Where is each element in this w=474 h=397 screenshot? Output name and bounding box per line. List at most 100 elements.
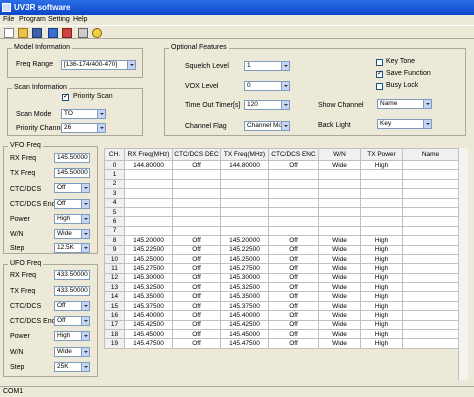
table-cell[interactable] — [268, 169, 319, 180]
table-row[interactable]: 15 145.37500 Off 145.37500 Off Wide High — [104, 300, 459, 312]
table-cell[interactable] — [402, 244, 459, 255]
table-cell[interactable]: Wide — [318, 282, 361, 293]
table-row[interactable]: 16 145.40000 Off 145.40000 Off Wide High — [104, 310, 459, 321]
vfo-step-select[interactable]: 12.5K — [54, 243, 90, 253]
channel-number-cell[interactable]: 10 — [104, 253, 125, 265]
table-cell[interactable] — [268, 188, 319, 199]
table-cell[interactable] — [360, 169, 403, 180]
table-cell[interactable]: Off — [268, 244, 319, 255]
table-cell[interactable]: Off — [172, 253, 221, 265]
column-header[interactable]: CTC/DCS ENC — [268, 148, 319, 161]
table-cell[interactable]: 145.40000 — [124, 310, 173, 321]
table-row[interactable]: 7 — [104, 225, 459, 237]
table-cell[interactable]: Off — [172, 159, 221, 171]
table-cell[interactable]: 144.80000 — [220, 159, 269, 171]
table-cell[interactable]: Off — [172, 338, 221, 349]
table-cell[interactable]: Off — [172, 291, 221, 302]
table-cell[interactable]: Off — [268, 272, 319, 284]
table-cell[interactable]: High — [360, 310, 403, 321]
menu-file[interactable]: File — [3, 16, 14, 23]
table-cell[interactable]: Wide — [318, 338, 361, 349]
channel-number-cell[interactable]: 16 — [104, 310, 125, 321]
table-cell[interactable]: Wide — [318, 244, 361, 255]
key-tone-checkbox[interactable] — [376, 59, 383, 66]
ufo-tx-freq-input[interactable]: 433.50000 — [54, 286, 90, 296]
about-icon[interactable] — [92, 28, 102, 38]
table-cell[interactable]: Wide — [318, 329, 361, 340]
ufo-step-select[interactable]: 25K — [54, 362, 90, 372]
table-cell[interactable]: Off — [172, 263, 221, 274]
table-cell[interactable]: High — [360, 272, 403, 284]
table-cell[interactable]: Off — [268, 235, 319, 246]
save-icon[interactable] — [32, 28, 42, 38]
table-cell[interactable] — [172, 178, 221, 190]
table-cell[interactable] — [402, 169, 459, 180]
table-cell[interactable] — [402, 216, 459, 227]
table-cell[interactable] — [360, 197, 403, 208]
table-cell[interactable]: 145.25000 — [220, 253, 269, 265]
table-cell[interactable] — [220, 225, 269, 237]
table-cell[interactable] — [318, 206, 361, 218]
table-cell[interactable]: High — [360, 244, 403, 255]
table-row[interactable]: 19 145.47500 Off 145.47500 Off Wide High — [104, 338, 459, 349]
table-cell[interactable]: Off — [172, 282, 221, 293]
table-cell[interactable] — [124, 188, 173, 199]
table-cell[interactable]: 145.47500 — [124, 338, 173, 349]
table-cell[interactable]: Wide — [318, 235, 361, 246]
table-cell[interactable]: Wide — [318, 300, 361, 312]
table-cell[interactable]: 145.32500 — [124, 282, 173, 293]
table-cell[interactable]: Wide — [318, 253, 361, 265]
priority-scan-checkbox[interactable] — [62, 93, 69, 101]
vfo-tx-freq-input[interactable]: 145.50000 — [54, 168, 90, 178]
ufo-rx-freq-input[interactable]: 433.50000 — [54, 270, 90, 280]
table-cell[interactable]: High — [360, 159, 403, 171]
time-out-timer-select[interactable]: 120 — [244, 100, 290, 110]
table-cell[interactable]: 145.27500 — [220, 263, 269, 274]
column-header[interactable]: Name — [402, 148, 459, 161]
scan-mode-select[interactable]: TO — [61, 109, 106, 119]
table-cell[interactable] — [402, 235, 459, 246]
table-row[interactable]: 2 — [104, 178, 459, 190]
column-header[interactable]: CTC/DCS DEC — [172, 148, 221, 161]
table-cell[interactable] — [402, 300, 459, 312]
table-cell[interactable] — [220, 178, 269, 190]
table-cell[interactable] — [268, 225, 319, 237]
channel-number-cell[interactable]: 0 — [104, 159, 125, 171]
channel-number-cell[interactable]: 17 — [104, 319, 125, 331]
vox-level-select[interactable]: 0 — [244, 81, 290, 91]
table-cell[interactable] — [318, 225, 361, 237]
table-cell[interactable] — [402, 291, 459, 302]
table-cell[interactable]: High — [360, 253, 403, 265]
menu-program[interactable]: Program — [19, 16, 46, 23]
table-cell[interactable] — [402, 263, 459, 274]
channel-number-cell[interactable]: 4 — [104, 197, 125, 208]
channel-number-cell[interactable]: 5 — [104, 206, 125, 218]
channel-number-cell[interactable]: 2 — [104, 178, 125, 190]
table-cell[interactable]: 145.42500 — [124, 319, 173, 331]
read-radio-icon[interactable] — [48, 28, 58, 38]
table-row[interactable]: 13 145.32500 Off 145.32500 Off Wide High — [104, 282, 459, 293]
table-cell[interactable]: 145.27500 — [124, 263, 173, 274]
channel-number-cell[interactable]: 14 — [104, 291, 125, 302]
table-cell[interactable]: Off — [268, 319, 319, 331]
table-row[interactable]: 10 145.25000 Off 145.25000 Off Wide High — [104, 253, 459, 265]
new-file-icon[interactable] — [4, 28, 14, 38]
channel-number-cell[interactable]: 15 — [104, 300, 125, 312]
table-cell[interactable] — [402, 338, 459, 349]
channel-number-cell[interactable]: 11 — [104, 263, 125, 274]
table-cell[interactable]: 145.22500 — [220, 244, 269, 255]
table-cell[interactable] — [172, 197, 221, 208]
channel-number-cell[interactable]: 6 — [104, 216, 125, 227]
table-cell[interactable] — [360, 216, 403, 227]
table-row[interactable]: 4 — [104, 197, 459, 208]
table-row[interactable]: 9 145.22500 Off 145.22500 Off Wide High — [104, 244, 459, 255]
back-light-select[interactable]: Key — [377, 119, 432, 129]
table-cell[interactable] — [402, 282, 459, 293]
table-row[interactable]: 14 145.35000 Off 145.35000 Off Wide High — [104, 291, 459, 302]
table-cell[interactable]: 145.37500 — [124, 300, 173, 312]
column-header[interactable]: W/N — [318, 148, 361, 161]
table-row[interactable]: 8 145.20000 Off 145.20000 Off Wide High — [104, 235, 459, 246]
table-cell[interactable] — [268, 216, 319, 227]
table-cell[interactable]: 145.42500 — [220, 319, 269, 331]
table-cell[interactable]: Off — [172, 310, 221, 321]
